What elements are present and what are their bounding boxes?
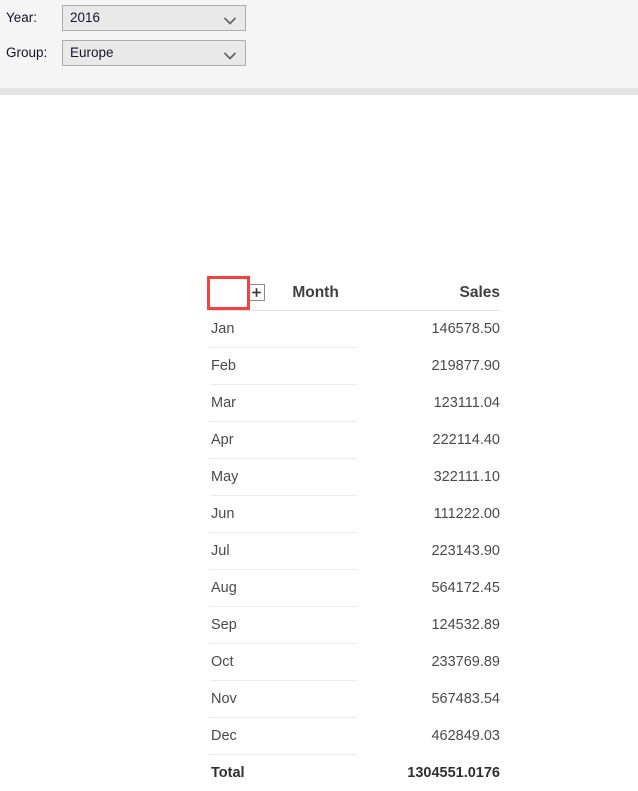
cell-month: Mar	[209, 385, 357, 422]
cell-month: Nov	[209, 681, 357, 718]
cell-sales: 219877.90	[357, 348, 501, 385]
cell-month: Jan	[209, 311, 357, 348]
cell-total-label: Total	[209, 755, 357, 791]
report-canvas: Month Sales Jan146578.50Feb219877.90Mar1…	[0, 95, 638, 775]
cell-sales: 462849.03	[357, 718, 501, 755]
table-row[interactable]: Dec462849.03	[209, 718, 501, 755]
expand-control-wrap	[248, 284, 265, 302]
filter-year: Year: 2016	[6, 5, 246, 31]
column-header-month[interactable]: Month	[209, 276, 357, 311]
table-header-row: Month Sales	[209, 276, 501, 311]
filter-year-label: Year:	[6, 5, 62, 31]
cell-month: Sep	[209, 607, 357, 644]
table-row[interactable]: May322111.10	[209, 459, 501, 496]
cell-month: May	[209, 459, 357, 496]
cell-sales: 233769.89	[357, 644, 501, 681]
table-row[interactable]: Feb219877.90	[209, 348, 501, 385]
group-dropdown[interactable]: Europe	[62, 40, 246, 66]
table-body: Jan146578.50Feb219877.90Mar123111.04Apr2…	[209, 311, 501, 791]
group-dropdown-value: Europe	[63, 41, 114, 65]
cell-total-sales: 1304551.0176	[357, 755, 501, 791]
cell-month: Aug	[209, 570, 357, 607]
column-header-month-label: Month	[292, 284, 338, 301]
filter-group-label: Group:	[6, 40, 62, 66]
cell-sales: 222114.40	[357, 422, 501, 459]
sales-matrix: Month Sales Jan146578.50Feb219877.90Mar1…	[209, 276, 501, 791]
column-header-sales[interactable]: Sales	[357, 276, 501, 311]
table-row[interactable]: Sep124532.89	[209, 607, 501, 644]
cell-sales: 564172.45	[357, 570, 501, 607]
cell-sales: 567483.54	[357, 681, 501, 718]
table-row[interactable]: Apr222114.40	[209, 422, 501, 459]
filter-toolbar: Year: 2016 Group: Europe	[0, 0, 638, 88]
table-row[interactable]: Oct233769.89	[209, 644, 501, 681]
table-row[interactable]: Mar123111.04	[209, 385, 501, 422]
table-total-row: Total1304551.0176	[209, 755, 501, 791]
filter-group: Group: Europe	[6, 40, 246, 66]
cell-month: Apr	[209, 422, 357, 459]
cell-sales: 322111.10	[357, 459, 501, 496]
table-row[interactable]: Jun111222.00	[209, 496, 501, 533]
cell-month: Dec	[209, 718, 357, 755]
cell-month: Feb	[209, 348, 357, 385]
cell-month: Jul	[209, 533, 357, 570]
year-dropdown[interactable]: 2016	[62, 5, 246, 31]
table-header: Month Sales	[209, 276, 501, 311]
cell-sales: 124532.89	[357, 607, 501, 644]
cell-month: Oct	[209, 644, 357, 681]
cell-sales: 111222.00	[357, 496, 501, 533]
toolbar-divider	[0, 88, 638, 95]
cell-sales: 123111.04	[357, 385, 501, 422]
cell-month: Jun	[209, 496, 357, 533]
table-row[interactable]: Jul223143.90	[209, 533, 501, 570]
sales-table: Month Sales Jan146578.50Feb219877.90Mar1…	[209, 276, 501, 791]
cell-sales: 223143.90	[357, 533, 501, 570]
table-row[interactable]: Jan146578.50	[209, 311, 501, 348]
chevron-down-icon	[223, 13, 237, 23]
chevron-down-icon	[223, 48, 237, 58]
year-dropdown-value: 2016	[63, 6, 100, 30]
plus-box-expand-icon[interactable]	[248, 284, 265, 301]
table-row[interactable]: Nov567483.54	[209, 681, 501, 718]
table-row[interactable]: Aug564172.45	[209, 570, 501, 607]
cell-sales: 146578.50	[357, 311, 501, 348]
